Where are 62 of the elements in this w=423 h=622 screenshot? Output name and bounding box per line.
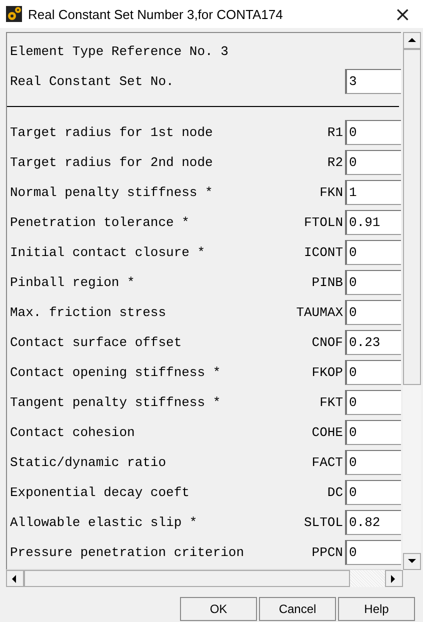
- input-field[interactable]: 0: [345, 480, 401, 504]
- input-field[interactable]: 0: [345, 540, 401, 564]
- constant-code: R1: [327, 124, 344, 140]
- input-field[interactable]: 0: [345, 420, 401, 444]
- constant-code: DC: [327, 484, 344, 500]
- constant-code: R2: [327, 154, 344, 170]
- input-field[interactable]: 0: [345, 150, 401, 174]
- constant-code: PPCN: [312, 544, 344, 560]
- input-field[interactable]: 0: [345, 270, 401, 294]
- constant-code: FKN: [320, 184, 344, 200]
- field-label: Allowable elastic slip *: [9, 514, 198, 530]
- scroll-right-button[interactable]: [385, 570, 403, 587]
- constant-code: TAUMAX: [296, 304, 344, 320]
- gears-icon: [6, 6, 22, 22]
- scroll-down-button[interactable]: [403, 553, 421, 570]
- vertical-scrollbar[interactable]: [403, 32, 421, 570]
- field-label: Target radius for 1st node: [9, 124, 214, 140]
- constant-code: FKOP: [312, 364, 344, 380]
- dialog-button[interactable]: Cancel: [259, 597, 336, 621]
- scroll-left-button[interactable]: [6, 570, 24, 587]
- constant-code: FACT: [312, 454, 344, 470]
- input-field[interactable]: 0.23: [345, 330, 401, 354]
- input-field[interactable]: 0: [345, 360, 401, 384]
- field-label: Static/dynamic ratio: [9, 454, 168, 470]
- constant-code: COHE: [312, 424, 344, 440]
- field-label: Contact surface offset: [9, 334, 183, 350]
- field-label: Max. friction stress: [9, 304, 168, 320]
- field-label: Exponential decay coeft: [9, 484, 190, 500]
- constant-code: PINB: [312, 274, 344, 290]
- input-field[interactable]: 0: [345, 240, 401, 264]
- constant-code: FKT: [320, 394, 344, 410]
- constant-code: ICONT: [304, 244, 344, 260]
- input-field[interactable]: 0: [345, 450, 401, 474]
- field-label: Tangent penalty stiffness *: [9, 394, 222, 410]
- constant-code: SLTOL: [304, 514, 344, 530]
- field-label: Contact opening stiffness *: [9, 364, 222, 380]
- field-label: Pressure penetration criterion: [9, 544, 246, 560]
- input-field[interactable]: 0.82: [345, 510, 401, 534]
- element-type-label: Element Type Reference No. 3: [9, 44, 230, 58]
- field-label: Contact cohesion: [9, 424, 136, 440]
- input-field[interactable]: 0.91: [345, 210, 401, 234]
- field-label: Initial contact closure *: [9, 244, 206, 260]
- input-field[interactable]: 0: [345, 120, 401, 144]
- scroll-up-button[interactable]: [403, 32, 421, 49]
- input-field[interactable]: 0: [345, 390, 401, 414]
- constant-code: FTOLN: [304, 214, 344, 230]
- field-label: Pinball region *: [9, 274, 136, 290]
- window-title: Real Constant Set Number 3,for CONTA174: [28, 6, 284, 22]
- field-label: Real Constant Set No.: [9, 74, 175, 88]
- horizontal-scrollbar[interactable]: [6, 570, 403, 587]
- close-button[interactable]: ×: [390, 4, 415, 24]
- field-label: Target radius for 2nd node: [9, 154, 214, 170]
- dialog-button[interactable]: Help: [338, 597, 415, 621]
- constant-code: CNOF: [312, 334, 344, 350]
- scroll-thumb[interactable]: [403, 49, 421, 385]
- input-field[interactable]: 0: [345, 300, 401, 324]
- dialog-button[interactable]: OK: [180, 597, 257, 621]
- input-field[interactable]: 3: [345, 68, 401, 94]
- field-label: Normal penalty stiffness *: [9, 184, 214, 200]
- scroll-thumb[interactable]: [24, 570, 350, 587]
- input-field[interactable]: 1: [345, 180, 401, 204]
- field-label: Penetration tolerance *: [9, 214, 190, 230]
